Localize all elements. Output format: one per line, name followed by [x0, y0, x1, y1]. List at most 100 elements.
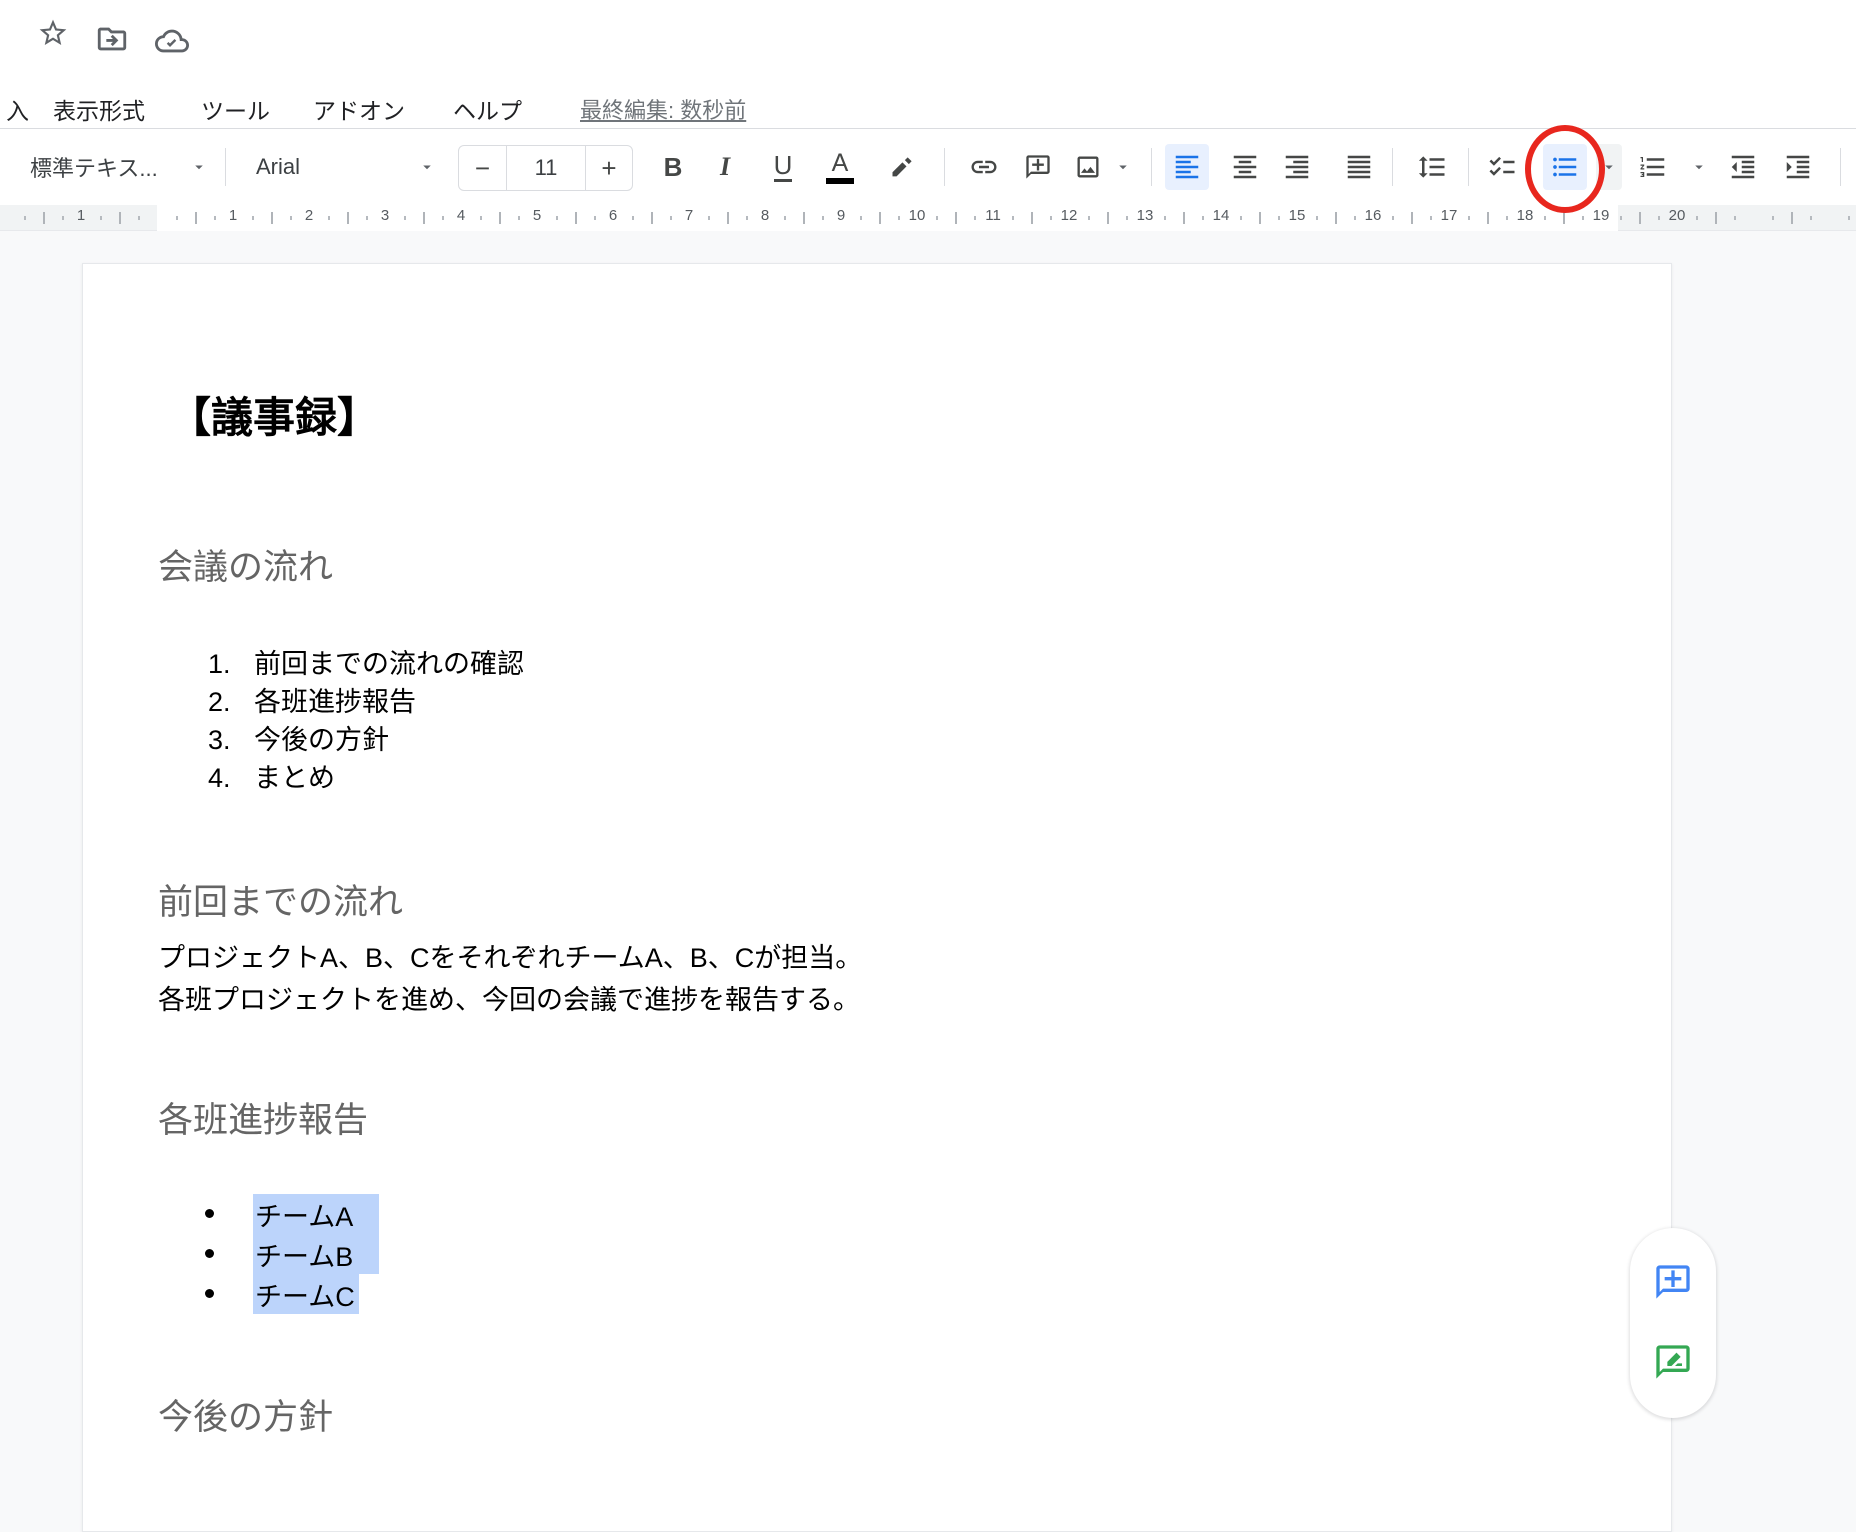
ruler-tick: [1487, 212, 1489, 224]
ruler-tick: [651, 212, 653, 224]
menu-help[interactable]: ヘルプ: [453, 92, 522, 126]
decrease-indent-button[interactable]: [1721, 144, 1765, 190]
insert-link-button[interactable]: [962, 144, 1006, 190]
suggest-edits-floating-button[interactable]: [1645, 1334, 1701, 1390]
paragraph-style-dropdown[interactable]: 標準テキス...: [22, 144, 216, 190]
ruler-tick: [480, 216, 482, 220]
ruler-tick: [898, 216, 900, 220]
ruler-label: 18: [1517, 207, 1534, 224]
ruler-tick: [670, 216, 672, 220]
underline-button[interactable]: U: [761, 144, 805, 190]
star-icon[interactable]: [37, 17, 69, 49]
italic-button[interactable]: I: [703, 144, 747, 190]
ruler-tick: [176, 216, 178, 220]
bulleted-list-dropdown[interactable]: [1596, 144, 1622, 190]
menu-addons[interactable]: アドオン: [313, 92, 405, 126]
underline-glyph: U: [774, 152, 793, 182]
insert-image-dropdown[interactable]: [1110, 144, 1136, 190]
toolbar-divider: [225, 148, 226, 186]
increase-indent-button[interactable]: [1776, 144, 1820, 190]
chevron-down-icon: [1690, 158, 1708, 176]
menu-insert-partial[interactable]: 入: [6, 92, 29, 126]
cloud-check-icon[interactable]: [155, 24, 189, 58]
ruler-tick: [936, 216, 938, 220]
add-comment-floating-button[interactable]: [1645, 1254, 1701, 1310]
list-number: 2.: [208, 687, 240, 718]
ruler-tick: [347, 212, 349, 224]
ruler-tick: [1848, 216, 1850, 220]
align-left-icon: [1172, 152, 1202, 182]
highlight-color-button[interactable]: [881, 144, 925, 190]
indent-decrease-icon: [1728, 152, 1758, 182]
ruler-label: 9: [837, 207, 845, 224]
add-comment-button[interactable]: [1016, 144, 1060, 190]
document-page[interactable]: 【議事録】 会議の流れ 1.前回までの流れの確認 2.各班進捗報告 3.今後の方…: [82, 263, 1672, 1532]
ruler-tick: [1810, 216, 1812, 220]
ruler-tick: [1031, 212, 1033, 224]
menu-tools[interactable]: ツール: [201, 92, 270, 126]
align-center-button[interactable]: [1223, 144, 1267, 190]
ruler-tick: [1278, 216, 1280, 220]
ruler-tick: [1791, 212, 1793, 224]
insert-image-button[interactable]: [1066, 144, 1110, 190]
increase-font-size-button[interactable]: +: [586, 146, 632, 190]
chevron-down-icon: [190, 158, 208, 176]
numbered-list-dropdown[interactable]: [1686, 144, 1712, 190]
ruler-label: 10: [909, 207, 926, 224]
align-right-button[interactable]: [1275, 144, 1319, 190]
ruler-tick: [632, 216, 634, 220]
font-dropdown[interactable]: Arial: [248, 144, 444, 190]
ruler-label: 8: [761, 207, 769, 224]
align-justify-button[interactable]: [1337, 144, 1381, 190]
ruler-tick: [1430, 216, 1432, 220]
ruler-label: 16: [1365, 207, 1382, 224]
ruler-tick: [1544, 216, 1546, 220]
bold-button[interactable]: B: [651, 144, 695, 190]
ruler-tick: [1734, 216, 1736, 220]
doc-heading-future-policy: 今後の方針: [158, 1389, 333, 1440]
bulleted-list-button[interactable]: [1543, 144, 1587, 190]
font-size-value[interactable]: 11: [506, 146, 586, 190]
text-color-swatch: [826, 178, 854, 184]
ruler-label: 15: [1289, 207, 1306, 224]
list-text: 今後の方針: [254, 725, 389, 755]
ruler-label: 12: [1061, 207, 1078, 224]
align-justify-icon: [1344, 152, 1374, 182]
ruler-tick: [955, 212, 957, 224]
toolbar-divider: [1840, 148, 1841, 186]
toolbar-divider: [1151, 148, 1152, 186]
bulleted-list-icon: [1550, 152, 1580, 182]
align-left-button[interactable]: [1165, 144, 1209, 190]
chevron-down-icon: [418, 158, 436, 176]
ruler-text-area: [157, 205, 1618, 231]
ruler-tick: [1772, 216, 1774, 220]
ruler-tick: [1050, 216, 1052, 220]
menu-format[interactable]: 表示形式: [53, 92, 145, 126]
ruler-tick: [860, 216, 862, 220]
line-spacing-button[interactable]: [1410, 144, 1454, 190]
ruler-tick: [423, 212, 425, 224]
ruler-tick: [119, 212, 121, 224]
move-folder-icon[interactable]: [95, 22, 129, 56]
checklist-button[interactable]: [1480, 144, 1524, 190]
ruler-tick: [1506, 216, 1508, 220]
checklist-icon: [1487, 152, 1517, 182]
decrease-font-size-button[interactable]: −: [459, 146, 506, 190]
ruler-label: 7: [685, 207, 693, 224]
ruler-tick: [1316, 216, 1318, 220]
ruler-label: 14: [1213, 207, 1230, 224]
ruler-tick: [1126, 216, 1128, 220]
toolbar: 標準テキス... Arial − 11 + B I U A: [0, 128, 1856, 205]
comment-add-icon: [1653, 1262, 1693, 1302]
ruler-label: 5: [533, 207, 541, 224]
font-value: Arial: [256, 154, 300, 180]
text-color-button[interactable]: A: [818, 144, 862, 190]
numbered-list-button[interactable]: [1631, 144, 1675, 190]
text-color-glyph: A: [832, 151, 849, 176]
ruler-tick: [1202, 216, 1204, 220]
ruler-tick: [746, 216, 748, 220]
last-edit-link[interactable]: 最終編集: 数秒前: [580, 93, 746, 125]
ruler-label: 17: [1441, 207, 1458, 224]
doc-heading-meeting-flow: 会議の流れ: [158, 539, 333, 590]
ruler-tick: [1658, 216, 1660, 220]
